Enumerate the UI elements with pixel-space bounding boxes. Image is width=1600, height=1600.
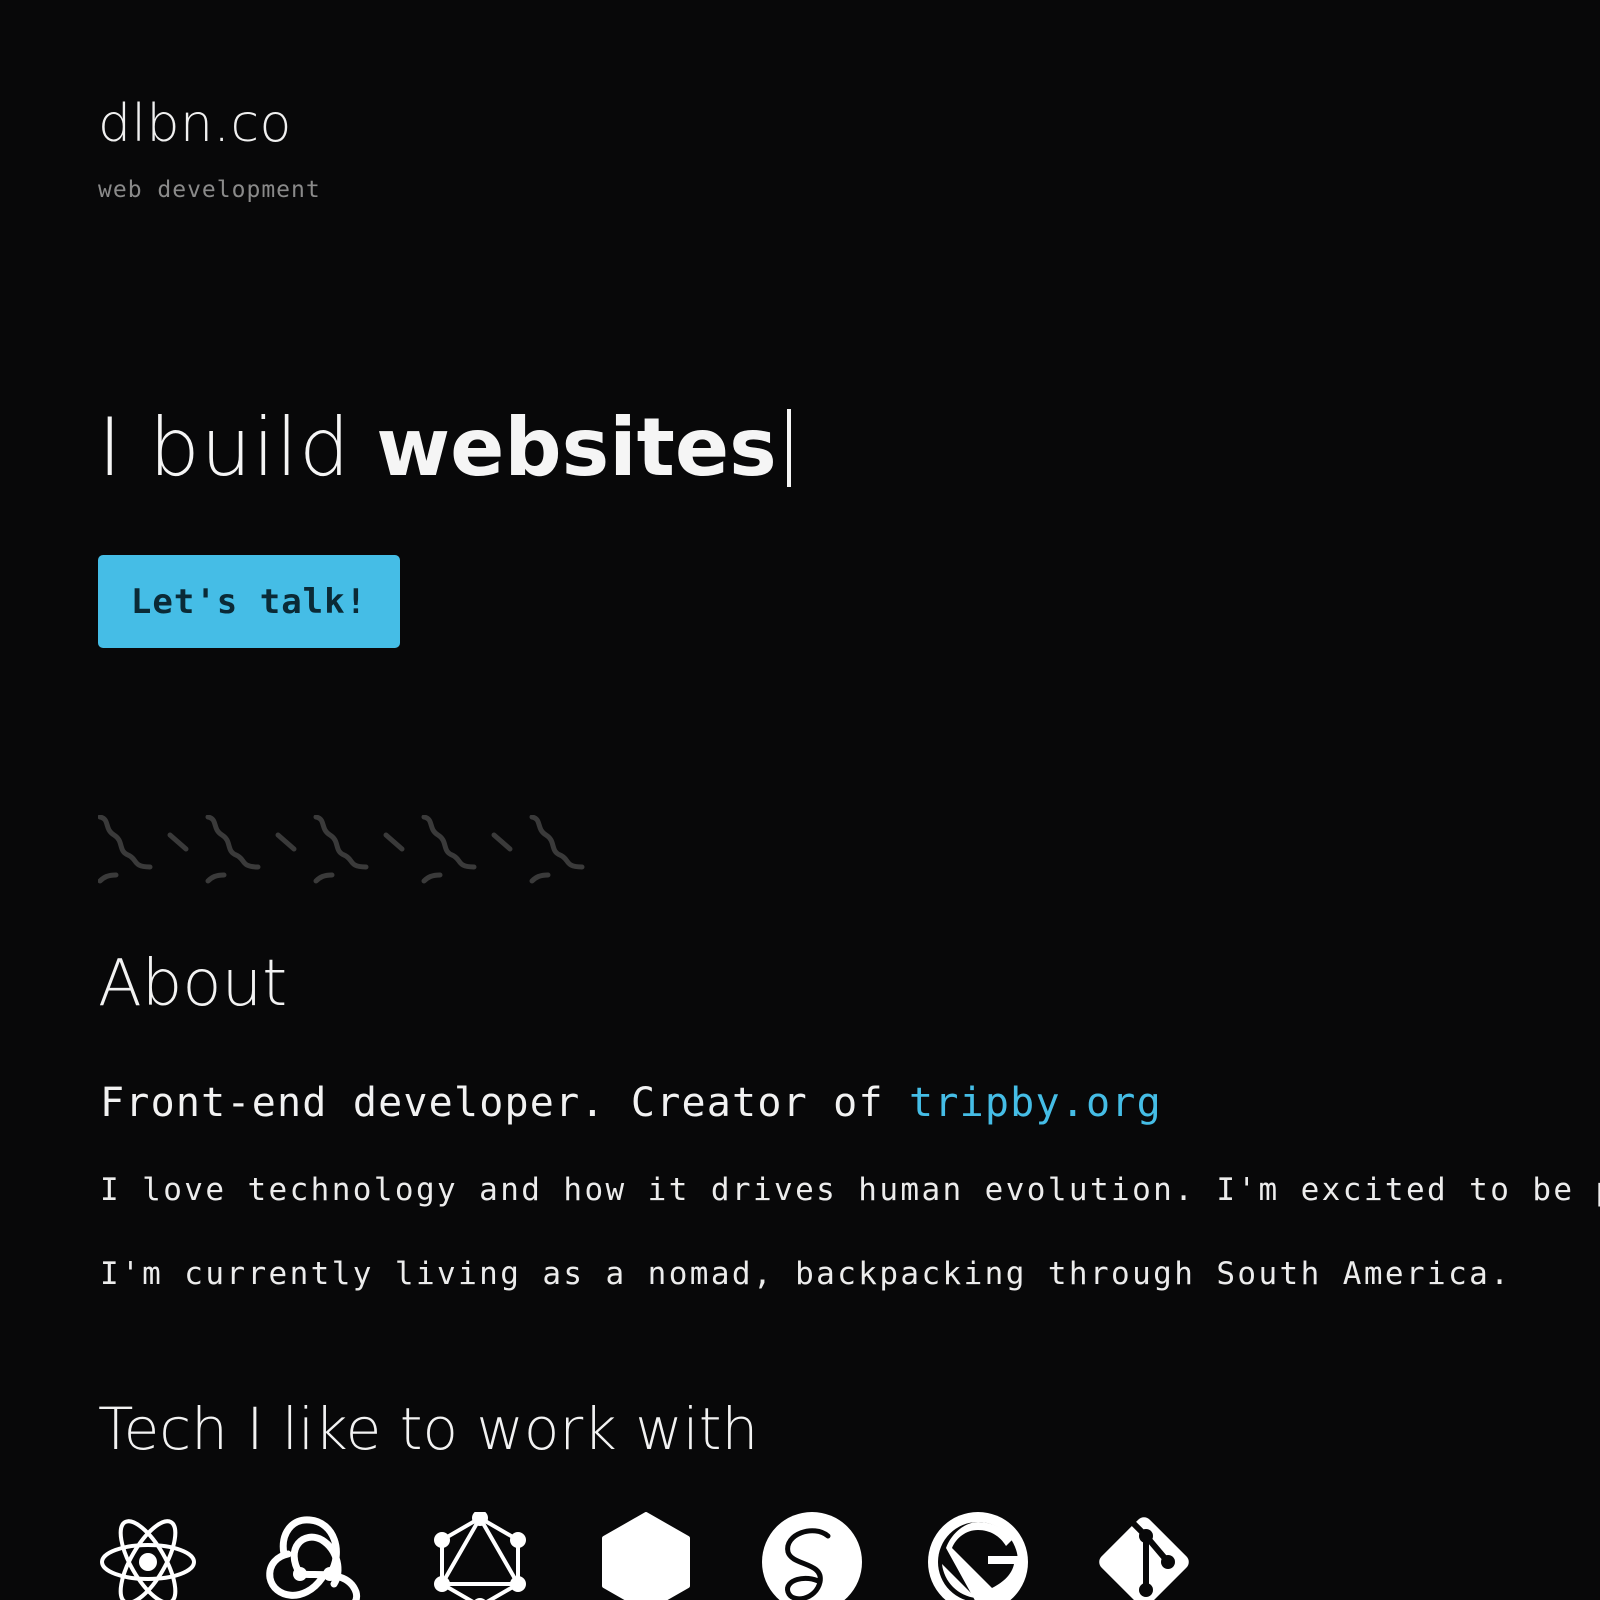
site-tagline: web development [98, 177, 321, 203]
redux-icon [266, 1516, 361, 1600]
hero-highlight: websites [376, 401, 777, 494]
about-heading: About [98, 947, 288, 1021]
about-paragraph-1: I love technology and how it drives huma… [100, 1172, 1600, 1208]
git-icon [1099, 1517, 1189, 1600]
page: dlbn.co web development I build websites… [98, 0, 1600, 1600]
tripby-link[interactable]: tripby.org [909, 1080, 1162, 1126]
tech-icon-list [98, 1512, 1298, 1600]
gatsby-icon [928, 1512, 1028, 1600]
about-paragraph-2: I'm currently living as a nomad, backpac… [100, 1256, 1512, 1292]
graphql-icon [434, 1512, 526, 1600]
hero-prefix: I build [98, 401, 351, 494]
site-logo[interactable]: dlbn.co [98, 98, 292, 150]
react-icon [100, 1519, 196, 1600]
tech-heading: Tech I like to work with [98, 1395, 759, 1463]
about-lead-text: Front-end developer. Creator of [100, 1080, 884, 1126]
about-lead: Front-end developer. Creator of tripby.o… [100, 1080, 1162, 1126]
nodejs-icon [602, 1512, 690, 1600]
sass-icon [762, 1512, 862, 1600]
squiggle-divider [98, 815, 585, 884]
typing-cursor [786, 409, 791, 487]
hero-headline: I build websites [98, 408, 791, 488]
squiggle-group [98, 815, 189, 884]
lets-talk-button[interactable]: Let's talk! [98, 555, 400, 648]
